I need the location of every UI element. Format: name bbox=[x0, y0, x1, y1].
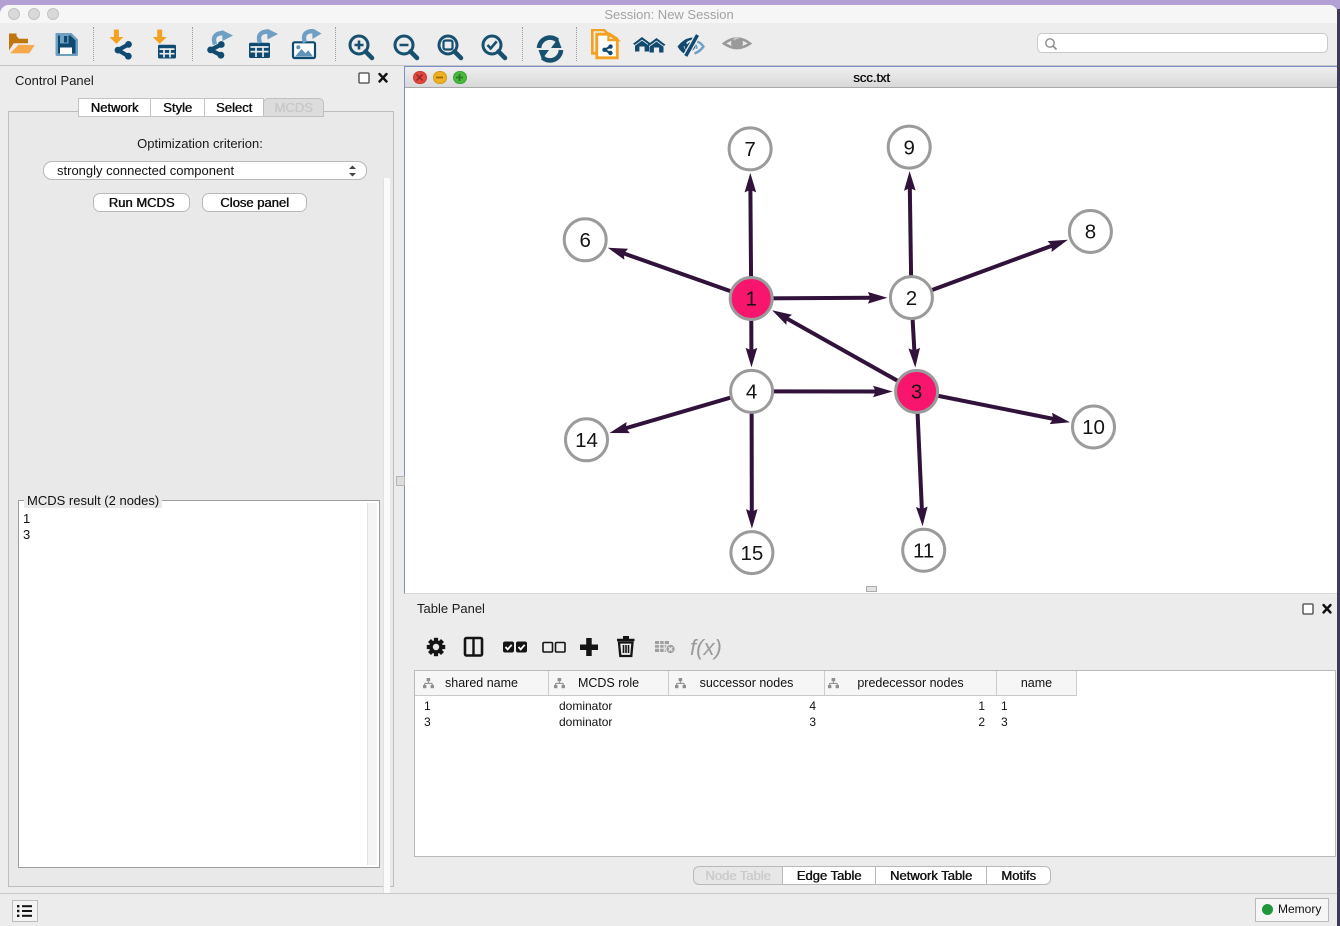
svg-text:8: 8 bbox=[1085, 221, 1096, 244]
svg-text:2: 2 bbox=[906, 287, 917, 310]
svg-text:11: 11 bbox=[913, 539, 934, 562]
svg-text:4: 4 bbox=[746, 381, 757, 404]
svg-text:f(x): f(x) bbox=[690, 635, 722, 660]
svg-text:7: 7 bbox=[744, 138, 755, 161]
svg-text:1: 1 bbox=[745, 288, 756, 311]
svg-text:15: 15 bbox=[740, 542, 763, 565]
svg-text:6: 6 bbox=[579, 229, 590, 252]
svg-text:14: 14 bbox=[575, 429, 598, 452]
svg-text:9: 9 bbox=[903, 136, 914, 159]
svg-text:10: 10 bbox=[1082, 416, 1105, 439]
svg-text:3: 3 bbox=[911, 381, 922, 404]
